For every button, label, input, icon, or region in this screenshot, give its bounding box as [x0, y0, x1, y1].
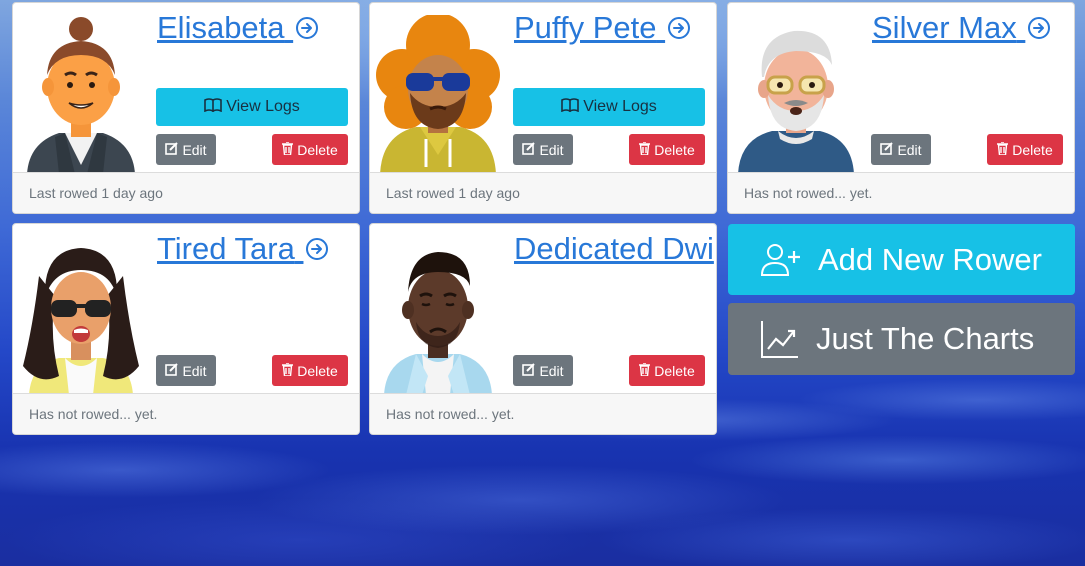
rower-name-link[interactable]: Tired Tara — [157, 230, 329, 270]
last-rowed-status: Has not rowed... yet. — [370, 393, 716, 434]
rower-name-link[interactable]: Silver Max — [872, 9, 1051, 49]
arrow-circle-right-icon — [667, 11, 691, 49]
rower-card-puffy-pete: Puffy Pete View Logs Edit Delete Last ro… — [369, 2, 717, 214]
rower-name-link[interactable]: Puffy Pete — [514, 9, 691, 49]
rower-name-link[interactable]: Elisabeta — [157, 9, 319, 49]
edit-icon — [522, 141, 536, 158]
avatar-image — [376, 236, 500, 395]
add-new-rower-button[interactable]: Add New Rower — [728, 224, 1075, 295]
delete-button[interactable]: Delete — [272, 355, 348, 386]
rower-card-elisabeta: Elisabeta View Logs Edit Delete Last row… — [12, 2, 360, 214]
avatar-image — [376, 15, 500, 174]
last-rowed-status: Has not rowed... yet. — [13, 393, 359, 434]
delete-button[interactable]: Delete — [272, 134, 348, 165]
last-rowed-status: Last rowed 1 day ago — [13, 172, 359, 213]
arrow-circle-right-icon — [305, 232, 329, 270]
rower-card-silver-max: Silver Max Edit Delete Has not rowed... … — [727, 2, 1075, 214]
trash-icon — [997, 140, 1009, 158]
trash-icon — [639, 140, 651, 158]
edit-button[interactable]: Edit — [156, 134, 216, 165]
avatar-image — [734, 15, 858, 174]
arrow-circle-right-icon — [295, 11, 319, 49]
rower-name-link[interactable]: Dedicated Dwi — [514, 230, 714, 268]
trash-icon — [282, 140, 294, 158]
rower-card-dedicated-dwi: Dedicated Dwi Edit Delete Has not rowed.… — [369, 223, 717, 435]
edit-icon — [880, 141, 894, 158]
rower-card-tired-tara: Tired Tara Edit Delete Has not rowed... … — [12, 223, 360, 435]
edit-icon — [522, 362, 536, 379]
edit-button[interactable]: Edit — [513, 355, 573, 386]
avatar-image — [19, 15, 143, 174]
avatar-image — [19, 236, 143, 395]
trash-icon — [639, 361, 651, 379]
last-rowed-status: Last rowed 1 day ago — [370, 172, 716, 213]
user-plus-icon — [760, 243, 802, 277]
arrow-circle-right-icon — [1027, 11, 1051, 49]
just-the-charts-button[interactable]: Just The Charts — [728, 303, 1075, 375]
book-icon — [561, 97, 580, 117]
edit-button[interactable]: Edit — [156, 355, 216, 386]
delete-button[interactable]: Delete — [987, 134, 1063, 165]
last-rowed-status: Has not rowed... yet. — [728, 172, 1074, 213]
trash-icon — [282, 361, 294, 379]
edit-button[interactable]: Edit — [513, 134, 573, 165]
edit-button[interactable]: Edit — [871, 134, 931, 165]
delete-button[interactable]: Delete — [629, 355, 705, 386]
book-icon — [204, 97, 223, 117]
view-logs-button[interactable]: View Logs — [513, 88, 705, 126]
edit-icon — [165, 362, 179, 379]
chart-line-icon — [760, 319, 800, 359]
delete-button[interactable]: Delete — [629, 134, 705, 165]
view-logs-button[interactable]: View Logs — [156, 88, 348, 126]
edit-icon — [165, 141, 179, 158]
